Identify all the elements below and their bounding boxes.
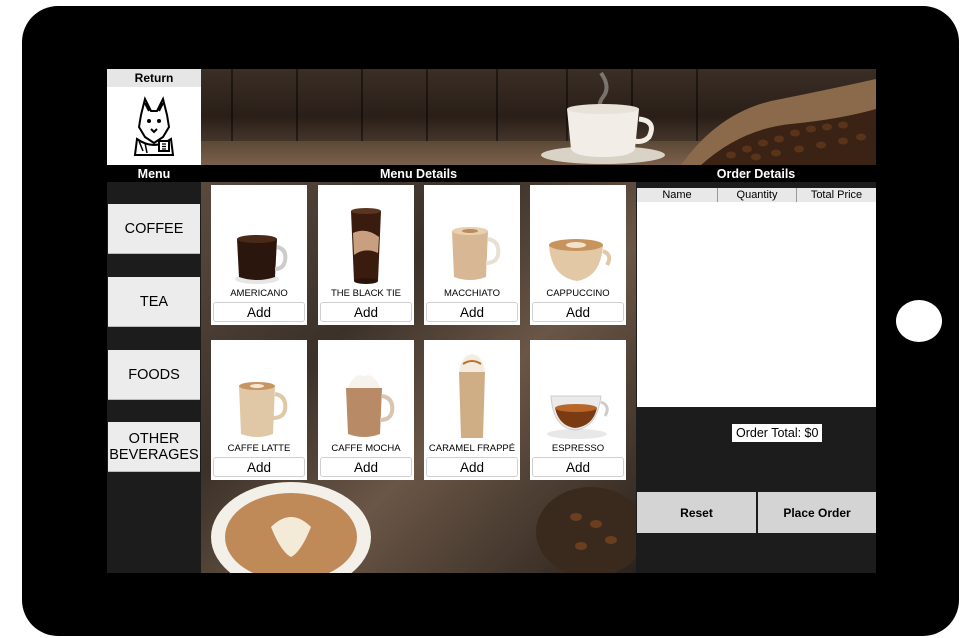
menu-item-americano: AMERICANO Add: [211, 185, 307, 325]
menu-item-caffe-mocha: CAFFE MOCHA Add: [318, 340, 414, 480]
husky-logo-icon: [133, 96, 175, 156]
add-americano-button[interactable]: Add: [213, 302, 305, 322]
menu-item-cappuccino: CAPPUCCINO Add: [530, 185, 626, 325]
espresso-image: [530, 340, 626, 442]
return-panel: Return: [107, 69, 201, 165]
category-tea-button[interactable]: TEA: [108, 277, 200, 327]
return-button[interactable]: Return: [107, 69, 201, 87]
menu-items-grid: AMERICANO Add THE BLACK TIE Add MACCHIAT…: [201, 182, 636, 573]
caffe-latte-image: [211, 340, 307, 442]
caramel-frappe-image: [424, 340, 520, 442]
reset-button[interactable]: Reset: [637, 492, 756, 533]
item-name: ESPRESSO: [551, 443, 605, 454]
add-caramel-frappe-button[interactable]: Add: [426, 457, 518, 477]
item-name: CAFFE MOCHA: [331, 443, 401, 454]
caffe-mocha-image: [318, 340, 414, 442]
menu-details-header: Menu Details: [201, 165, 636, 182]
cappuccino-image: [530, 185, 626, 287]
macchiato-image: [424, 185, 520, 287]
order-details-header: Order Details: [636, 165, 876, 182]
category-other-beverages-button[interactable]: OTHER BEVERAGES: [108, 422, 200, 472]
order-panel: Name Quantity Total Price Order Total: $…: [636, 182, 876, 573]
order-table-body: [637, 202, 876, 407]
item-name: CARAMEL FRAPPÉ: [428, 443, 516, 454]
menu-item-caramel-frappe: CARAMEL FRAPPÉ Add: [424, 340, 520, 480]
add-cappuccino-button[interactable]: Add: [532, 302, 624, 322]
menu-header: Menu: [107, 165, 201, 182]
add-the-black-tie-button[interactable]: Add: [320, 302, 412, 322]
add-macchiato-button[interactable]: Add: [426, 302, 518, 322]
column-name: Name: [637, 188, 718, 202]
add-caffe-mocha-button[interactable]: Add: [320, 457, 412, 477]
category-foods-button[interactable]: FOODS: [108, 350, 200, 400]
add-espresso-button[interactable]: Add: [532, 457, 624, 477]
app-screen: Return Menu Menu Details Order Details C…: [107, 69, 876, 573]
item-name: CAPPUCCINO: [546, 288, 610, 299]
menu-item-macchiato: MACCHIATO Add: [424, 185, 520, 325]
add-caffe-latte-button[interactable]: Add: [213, 457, 305, 477]
item-name: MACCHIATO: [443, 288, 501, 299]
column-total-price: Total Price: [797, 188, 876, 202]
category-coffee-button[interactable]: COFFEE: [108, 204, 200, 254]
place-order-button[interactable]: Place Order: [758, 492, 876, 533]
americano-image: [211, 185, 307, 287]
menu-item-espresso: ESPRESSO Add: [530, 340, 626, 480]
menu-item-the-black-tie: THE BLACK TIE Add: [318, 185, 414, 325]
order-table-header: Name Quantity Total Price: [637, 188, 876, 202]
item-name: AMERICANO: [230, 288, 288, 299]
home-button[interactable]: [896, 300, 942, 342]
banner-image: [201, 69, 876, 165]
category-sidebar: COFFEE TEA FOODS OTHER BEVERAGES: [107, 182, 201, 573]
order-total: Order Total: $0: [732, 424, 823, 442]
item-name: CAFFE LATTE: [227, 443, 291, 454]
item-name: THE BLACK TIE: [330, 288, 402, 299]
black-tie-image: [318, 185, 414, 287]
column-quantity: Quantity: [718, 188, 797, 202]
menu-item-caffe-latte: CAFFE LATTE Add: [211, 340, 307, 480]
